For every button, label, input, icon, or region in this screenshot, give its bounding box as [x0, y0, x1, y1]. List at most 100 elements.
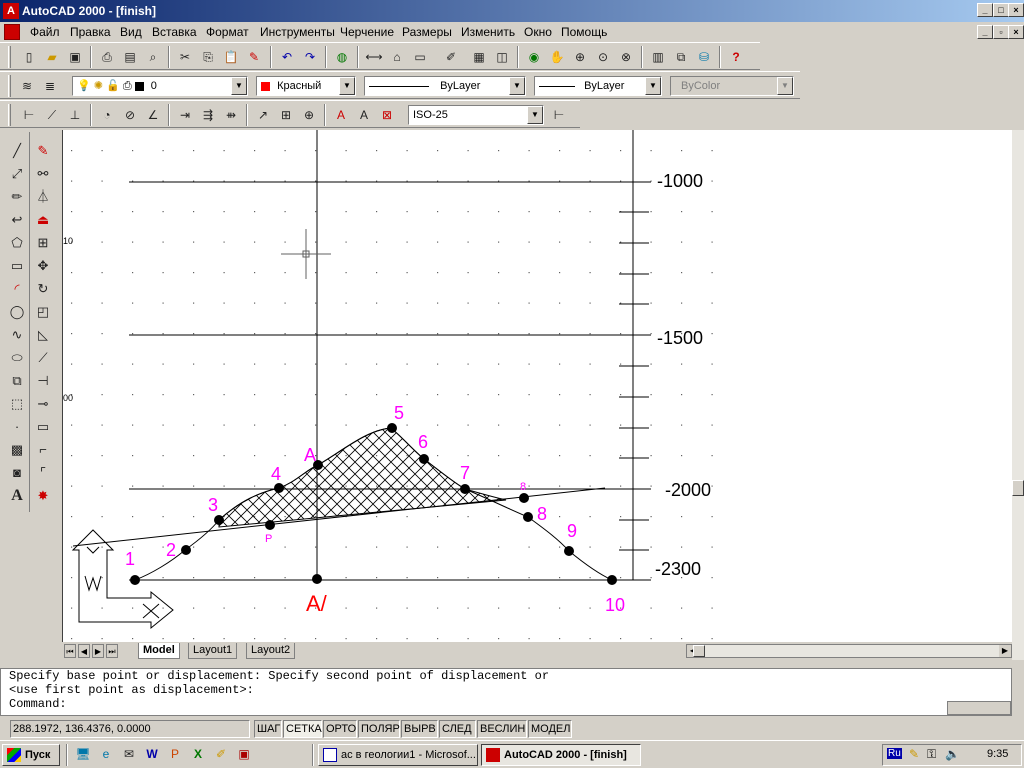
dim-update-icon[interactable]: ⊠: [376, 104, 398, 126]
first-tab-arrow-icon[interactable]: ⏮: [64, 644, 76, 658]
task-word-document[interactable]: ас в геологии1 - Microsof...: [318, 744, 478, 766]
tab-model[interactable]: Model: [138, 643, 180, 659]
doc-close-button[interactable]: ×: [1008, 25, 1024, 39]
prev-tab-arrow-icon[interactable]: ◀: [78, 644, 90, 658]
point-icon[interactable]: ·: [6, 416, 28, 438]
horizontal-scrollbar[interactable]: ◀ ▶: [686, 644, 1012, 658]
linetype-combo[interactable]: ByLayer ▼: [364, 76, 526, 96]
powerpoint-icon[interactable]: P: [164, 743, 186, 765]
grid-toggle[interactable]: СЕТКА: [283, 720, 322, 738]
menu-dimension[interactable]: Размеры: [402, 25, 452, 39]
chevron-down-icon[interactable]: ▼: [527, 106, 543, 124]
drawing-area-extension[interactable]: [740, 130, 1012, 642]
zoom-window-icon[interactable]: ⊙: [592, 46, 614, 68]
move-icon[interactable]: ✥: [32, 255, 54, 277]
print-preview-icon[interactable]: ▤: [119, 46, 141, 68]
pentagon-icon[interactable]: ⬠: [6, 232, 28, 254]
tool-palette-icon[interactable]: ◫: [491, 46, 513, 68]
array-icon[interactable]: ⊞: [32, 232, 54, 254]
diameter-dim-icon[interactable]: ⊘: [119, 104, 141, 126]
maximize-button[interactable]: □: [993, 3, 1009, 17]
tracking-icon[interactable]: ⌂: [386, 46, 408, 68]
polygon-icon[interactable]: ↩: [6, 209, 28, 231]
erase-icon[interactable]: ✎: [32, 140, 54, 162]
design-center-icon[interactable]: ▦: [468, 46, 490, 68]
menu-format[interactable]: Формат: [206, 25, 249, 39]
access-icon[interactable]: ▣: [233, 743, 255, 765]
trim-icon[interactable]: ⊣: [32, 370, 54, 392]
arc-icon[interactable]: ◜: [6, 278, 28, 300]
stretch-icon[interactable]: ◺: [32, 324, 54, 346]
doc-restore-button[interactable]: ▫: [993, 25, 1009, 39]
close-button[interactable]: ×: [1008, 3, 1024, 17]
doc-minimize-button[interactable]: _: [977, 25, 993, 39]
polyline-icon[interactable]: ✏: [6, 186, 28, 208]
pan-icon[interactable]: ◉: [523, 46, 545, 68]
linear-dim-icon[interactable]: ⊢: [18, 104, 40, 126]
text-icon[interactable]: A: [6, 485, 28, 507]
mirror-icon[interactable]: ⏃: [32, 186, 54, 208]
ortho-toggle[interactable]: ОРТО: [323, 720, 357, 738]
polar-toggle[interactable]: ПОЛЯР: [358, 720, 400, 738]
construction-line-icon[interactable]: ⤢: [6, 163, 28, 185]
lineweight-combo[interactable]: ByLayer ▼: [534, 76, 662, 96]
menu-view[interactable]: Вид: [120, 25, 142, 39]
database-icon[interactable]: ⛁: [693, 46, 715, 68]
print-icon[interactable]: ⎙: [96, 46, 118, 68]
rotate-icon[interactable]: ↻: [32, 278, 54, 300]
open-icon[interactable]: ▰: [41, 46, 63, 68]
paste-icon[interactable]: 📋: [220, 46, 242, 68]
center-mark-icon[interactable]: ⊕: [298, 104, 320, 126]
internet-icon[interactable]: ◍: [331, 46, 353, 68]
task-autocad[interactable]: AutoCAD 2000 - [finish]: [481, 744, 641, 766]
menu-tools[interactable]: Инструменты: [260, 25, 335, 39]
chevron-down-icon[interactable]: ▼: [645, 77, 661, 95]
tolerance-icon[interactable]: ⊞: [275, 104, 297, 126]
circle-icon[interactable]: ◯: [6, 301, 28, 323]
scale-icon[interactable]: ◰: [32, 301, 54, 323]
ie-icon[interactable]: e: [95, 743, 117, 765]
volume-icon[interactable]: 🔈: [945, 747, 960, 761]
radius-dim-icon[interactable]: ◔: [96, 104, 118, 126]
ordinate-dim-icon[interactable]: ⊥: [64, 104, 86, 126]
aligned-dim-icon[interactable]: ⟋: [41, 104, 63, 126]
line-icon[interactable]: ╱: [6, 140, 28, 162]
menu-window[interactable]: Окно: [524, 25, 552, 39]
spline-icon[interactable]: ∿: [6, 324, 28, 346]
clock[interactable]: 9:35: [987, 748, 1008, 760]
help-icon[interactable]: ?: [725, 46, 747, 68]
menu-draw[interactable]: Черчение: [340, 25, 394, 39]
insert-block-icon[interactable]: ⧉: [6, 370, 28, 392]
zoom-in-icon[interactable]: ⊕: [569, 46, 591, 68]
zoom-previous-icon[interactable]: ⊗: [615, 46, 637, 68]
explode-icon[interactable]: ✸: [32, 485, 54, 507]
tab-layout1[interactable]: Layout1: [188, 643, 238, 659]
otrack-toggle[interactable]: СЛЕД: [439, 720, 476, 738]
command-prompt[interactable]: Command:: [9, 697, 1011, 711]
snap-toggle[interactable]: ШАГ: [254, 720, 282, 738]
desktop-icon[interactable]: 🖥: [72, 743, 94, 765]
start-button[interactable]: Пуск: [2, 744, 60, 766]
document-icon[interactable]: [4, 24, 20, 40]
drawing-canvas[interactable]: -1000 -1500 -2000 -2300 1 2 3 4 5 6 7 8 …: [62, 130, 741, 642]
model-toggle[interactable]: МОДЕЛЬ: [528, 720, 572, 738]
tab-layout2[interactable]: Layout2: [246, 643, 296, 659]
command-hscroll[interactable]: [947, 701, 1011, 715]
excel-icon[interactable]: X: [187, 743, 209, 765]
calculator-icon[interactable]: ▥: [647, 46, 669, 68]
last-tab-arrow-icon[interactable]: ⏭: [106, 644, 118, 658]
make-block-icon[interactable]: ⬚: [6, 393, 28, 415]
chamfer-icon[interactable]: ⌐: [32, 439, 54, 461]
menu-edit[interactable]: Правка: [70, 25, 111, 39]
rectangle-icon[interactable]: ▭: [6, 255, 28, 277]
toolbar-grip[interactable]: [8, 75, 11, 97]
dim-edit-icon[interactable]: A: [330, 104, 352, 126]
osnap-toggle[interactable]: ВЫРВ: [401, 720, 438, 738]
match-properties-icon[interactable]: ✎: [243, 46, 265, 68]
copy-object-icon[interactable]: ⚯: [32, 163, 54, 185]
outlook-icon[interactable]: ✉: [118, 743, 140, 765]
fillet-icon[interactable]: ⌜: [32, 462, 54, 484]
properties-icon[interactable]: ✐: [440, 46, 462, 68]
tray-icon[interactable]: ✎: [909, 747, 919, 761]
layers-icon[interactable]: ≋: [16, 75, 38, 97]
